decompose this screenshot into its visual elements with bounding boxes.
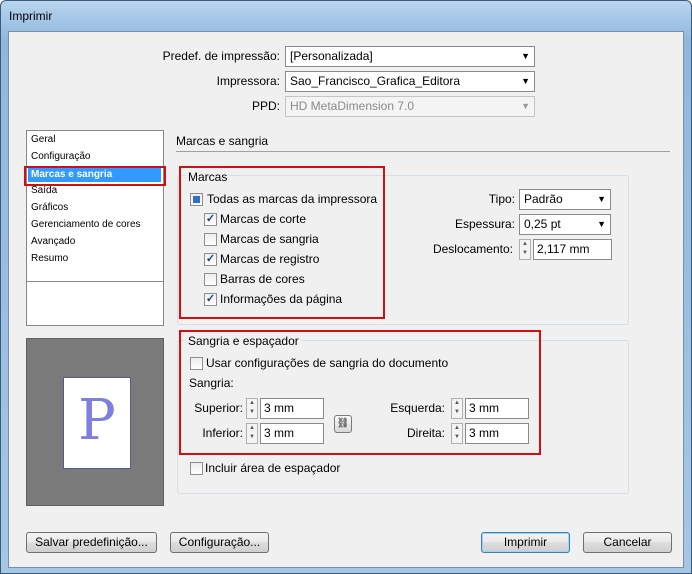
ppd-label: PPD: [251, 99, 280, 113]
weight-value: 0,25 pt [524, 217, 561, 231]
ppd-value: HD MetaDimension 7.0 [290, 99, 415, 113]
sidebar-item-graficos[interactable]: Gráficos [31, 202, 68, 213]
category-list: Geral Configuração Marcas e sangria Saíd… [26, 130, 164, 326]
chevron-down-icon: ▼ [521, 76, 530, 86]
preview-letter: P [78, 388, 116, 453]
section-divider [176, 151, 670, 152]
annotation-box-marks [179, 166, 385, 319]
chevron-down-icon: ▼ [521, 51, 530, 61]
preset-select[interactable]: [Personalizada] ▼ [285, 46, 535, 67]
annotation-box-bleed [179, 330, 541, 455]
sidebar-item-geral[interactable]: Geral [31, 134, 55, 145]
printer-value: Sao_Francisco_Grafica_Editora [290, 74, 461, 88]
preset-label: Predef. de impressão: [162, 49, 280, 63]
ppd-select: HD MetaDimension 7.0 ▼ [285, 96, 535, 117]
chevron-down-icon: ▼ [597, 219, 606, 229]
type-value: Padrão [524, 192, 563, 206]
chevron-down-icon: ▼ [521, 101, 530, 111]
sidebar-item-avancado[interactable]: Avançado [31, 236, 75, 247]
offset-label: Deslocamento: [432, 242, 513, 256]
include-slug-label[interactable]: Incluir área de espaçador [205, 461, 340, 475]
weight-label: Espessura: [454, 217, 515, 231]
preview-page: P [63, 377, 131, 469]
print-button[interactable]: Imprimir [481, 532, 570, 553]
save-preset-button[interactable]: Salvar predefinição... [26, 532, 157, 553]
printer-select[interactable]: Sao_Francisco_Grafica_Editora ▼ [285, 71, 535, 92]
cancel-button[interactable]: Cancelar [583, 532, 672, 553]
annotation-box-sidebar [24, 166, 166, 186]
offset-input[interactable]: 2,117 mm [533, 239, 612, 260]
sidebar-item-saida[interactable]: Saída [31, 185, 57, 196]
print-dialog-window: Imprimir Predef. de impressão: [Personal… [0, 0, 692, 574]
chevron-down-icon: ▼ [597, 194, 606, 204]
preset-value: [Personalizada] [290, 49, 373, 63]
page-preview: P [26, 338, 164, 506]
printer-label: Impressora: [216, 74, 280, 88]
sidebar-item-configuracao[interactable]: Configuração [31, 151, 90, 162]
sidebar-item-resumo[interactable]: Resumo [31, 253, 68, 264]
section-title: Marcas e sangria [176, 134, 269, 148]
include-slug-checkbox[interactable] [190, 462, 203, 475]
window-title: Imprimir [9, 9, 53, 23]
type-label: Tipo: [488, 192, 515, 206]
title-bar[interactable]: Imprimir [1, 1, 691, 31]
setup-button[interactable]: Configuração... [170, 532, 269, 553]
sidebar-item-gerenciamento-de-cores[interactable]: Gerenciamento de cores [31, 219, 141, 230]
list-divider [27, 281, 163, 282]
dialog-body: Predef. de impressão: [Personalizada] ▼ … [8, 31, 684, 568]
weight-select[interactable]: 0,25 pt ▼ [519, 214, 611, 235]
offset-stepper[interactable]: ▲ ▼ [519, 239, 531, 260]
type-select[interactable]: Padrão ▼ [519, 189, 611, 210]
